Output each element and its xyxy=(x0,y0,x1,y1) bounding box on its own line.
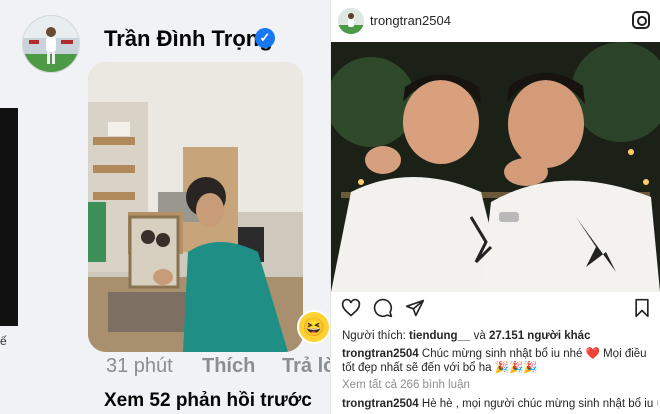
left-edge-text: ế xyxy=(0,334,7,348)
likes-others-link[interactable]: 27.151 người khác xyxy=(489,330,591,342)
laughing-emoji-icon[interactable]: 😆 xyxy=(297,310,330,344)
bookmark-icon[interactable] xyxy=(633,298,651,318)
avatar[interactable] xyxy=(22,15,80,73)
likes-summary: Người thích: tiendung__ và 27.151 người … xyxy=(342,330,590,342)
facebook-panel: ế Trần Đình Trọng ✓ 😆 31 phút Thích Trả … xyxy=(0,0,330,414)
post-username[interactable]: trongtran2504 xyxy=(370,13,451,28)
view-all-comments-link[interactable]: Xem tất cả 266 bình luận xyxy=(342,379,470,391)
reply-button[interactable]: Trả lời xyxy=(282,355,330,378)
heart-icon[interactable] xyxy=(341,298,361,318)
left-dark-edge xyxy=(0,108,18,326)
comment-icon[interactable] xyxy=(373,298,393,318)
instagram-logo-icon[interactable] xyxy=(632,11,650,29)
comment-time: 31 phút xyxy=(106,355,173,377)
view-previous-replies-link[interactable]: Xem 52 phản hồi trước xyxy=(104,390,312,412)
comment-text: Hè hè , mọi người chúc mừng sinh nhật bổ… xyxy=(421,398,658,410)
share-icon[interactable] xyxy=(405,298,425,318)
post-caption: trongtran2504 Chúc mừng sinh nhật bổ iu … xyxy=(342,347,656,375)
profile-name[interactable]: Trần Đình Trọng xyxy=(104,26,273,52)
like-button[interactable]: Thích xyxy=(202,355,255,378)
post-photo[interactable] xyxy=(331,42,660,292)
caption-username[interactable]: trongtran2504 xyxy=(342,348,419,360)
liker-username[interactable]: tiendung__ xyxy=(409,330,470,342)
likes-conj: và xyxy=(473,330,486,342)
likes-prefix: Người thích: xyxy=(342,330,406,342)
comment-username[interactable]: trongtran2504 xyxy=(342,398,419,410)
avatar[interactable] xyxy=(338,8,364,34)
comment-row: trongtran2504 Hè hè , mọi người chúc mừn… xyxy=(342,396,658,410)
comment-photo[interactable] xyxy=(88,62,303,352)
verified-check-icon: ✓ xyxy=(255,28,275,48)
